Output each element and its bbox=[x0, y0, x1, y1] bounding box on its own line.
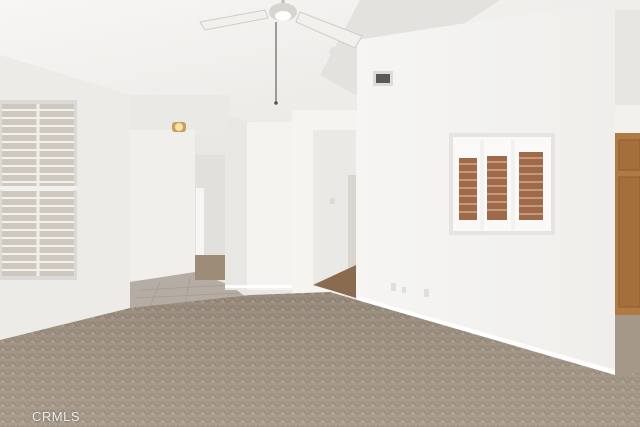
hallway-door bbox=[196, 188, 204, 258]
room-photo: CRMLS bbox=[0, 0, 640, 427]
smoke-detector bbox=[329, 47, 339, 57]
plantation-shutter-window bbox=[449, 133, 555, 235]
kitchen-wall bbox=[615, 105, 640, 135]
carpet-right-corner bbox=[615, 315, 640, 376]
thermostat bbox=[330, 198, 335, 204]
room-illustration bbox=[0, 0, 640, 427]
center-baseboard bbox=[225, 285, 295, 288]
kitchen-ceiling bbox=[615, 10, 640, 105]
hallway-wall bbox=[130, 130, 195, 280]
ceiling-light-fixture bbox=[172, 122, 186, 132]
left-window-blinds bbox=[0, 100, 77, 280]
air-vent bbox=[373, 71, 393, 86]
photo-watermark: CRMLS bbox=[32, 409, 81, 424]
wood-cabinet bbox=[615, 133, 640, 315]
